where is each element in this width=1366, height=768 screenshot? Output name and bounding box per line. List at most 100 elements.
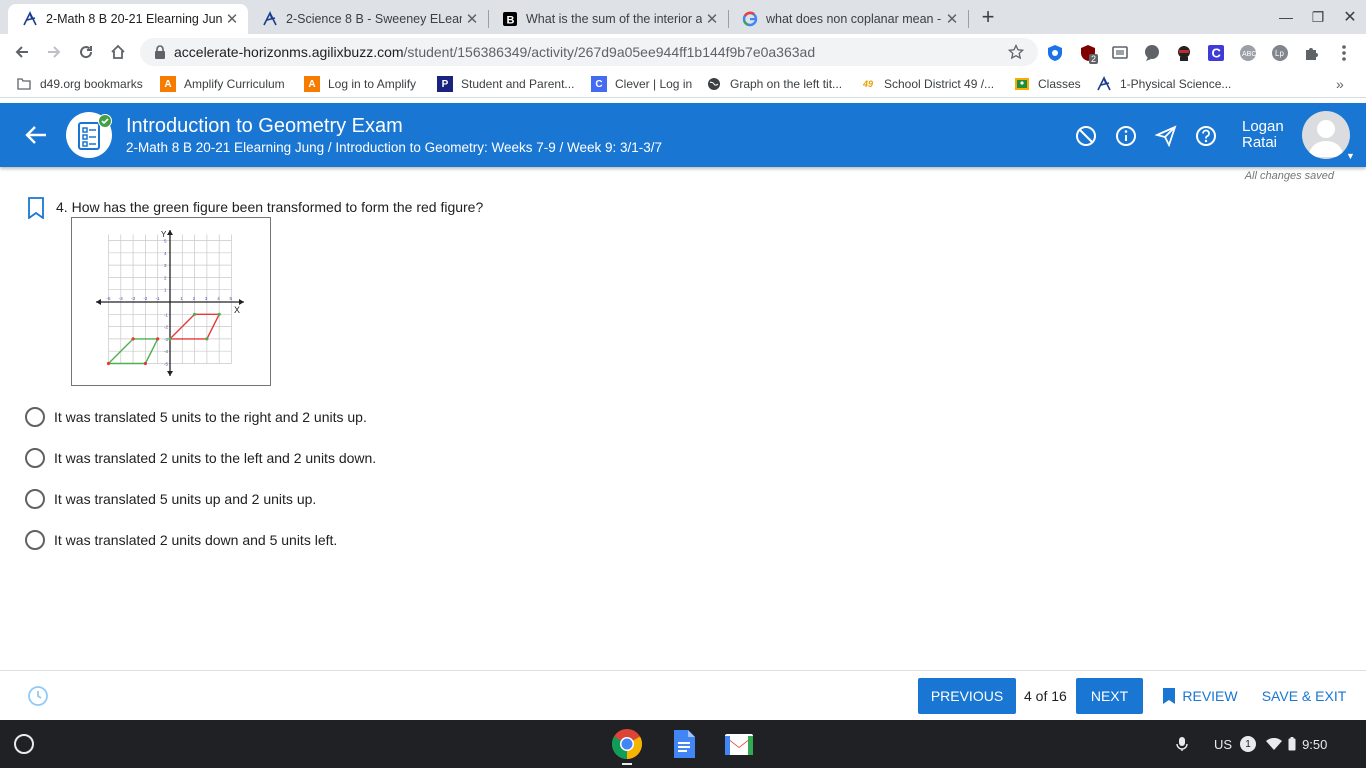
browser-tab-google[interactable]: what does non coplanar mean - ✕ [728, 4, 968, 34]
reload-button[interactable] [72, 38, 100, 66]
close-tab-icon[interactable]: ✕ [222, 9, 242, 29]
radio-button[interactable] [25, 530, 45, 550]
chat-extension-icon[interactable] [1143, 44, 1161, 62]
radio-button[interactable] [25, 489, 45, 509]
microphone-icon [1176, 737, 1188, 751]
bookmark-item[interactable]: Classes [1014, 76, 1081, 92]
chrome-icon[interactable] [611, 728, 643, 760]
user-menu-caret-icon[interactable]: ▼ [1346, 151, 1355, 161]
bookmark-label: Amplify Curriculum [184, 77, 285, 91]
browser-tab-brainly[interactable]: B What is the sum of the interior a ✕ [488, 4, 728, 34]
answer-option-4[interactable]: It was translated 2 units down and 5 uni… [25, 529, 337, 551]
star-icon[interactable] [1008, 44, 1024, 60]
gmail-icon[interactable] [723, 728, 755, 760]
bookmark-question-icon[interactable] [27, 197, 45, 219]
close-window-button[interactable]: ✕ [1334, 0, 1366, 34]
bookmark-item[interactable]: P Student and Parent... [437, 76, 574, 92]
lp-extension-icon[interactable]: Lp [1271, 44, 1289, 62]
x-tick-label: -5 [107, 296, 111, 301]
answer-option-3[interactable]: It was translated 5 units up and 2 units… [25, 488, 316, 510]
tab-title: 2-Math 8 B 20-21 Elearning Jung [46, 12, 222, 26]
close-tab-icon[interactable]: ✕ [942, 9, 962, 29]
close-tab-icon[interactable]: ✕ [462, 9, 482, 29]
browser-tab-math[interactable]: 2-Math 8 B 20-21 Elearning Jung ✕ [8, 4, 248, 34]
more-vert-icon[interactable] [1335, 44, 1353, 62]
radio-button[interactable] [25, 407, 45, 427]
x-tick-label: -2 [143, 296, 147, 301]
back-arrow-icon[interactable] [22, 123, 50, 147]
page-counter: 4 of 16 [1024, 688, 1067, 704]
red-figure-vertex [193, 312, 197, 316]
bookmark-label: 1-Physical Science... [1120, 77, 1232, 91]
next-button[interactable]: NEXT [1076, 678, 1143, 714]
folder-icon [16, 76, 32, 92]
avatar[interactable] [1302, 111, 1350, 159]
tab-title: What is the sum of the interior a [526, 12, 702, 26]
bookmark-item[interactable]: A Log in to Amplify [304, 76, 416, 92]
bookmark-item[interactable]: 49 School District 49 /... [860, 76, 994, 92]
home-button[interactable] [104, 38, 132, 66]
close-tab-icon[interactable]: ✕ [702, 9, 722, 29]
tab-title: 2-Science 8 B - Sweeney ELearnin [286, 12, 462, 26]
y-tick-label: 3 [164, 263, 167, 268]
wifi-icon [1266, 738, 1283, 750]
restore-button[interactable]: ❐ [1302, 0, 1334, 34]
exam-footer: PREVIOUS 4 of 16 NEXT REVIEW SAVE & EXIT [0, 670, 1366, 720]
district-icon: 49 [862, 79, 873, 89]
browser-toolbar: accelerate-horizonms.agilixbuzz.com/stud… [0, 34, 1366, 70]
amplify-icon: A [160, 76, 176, 92]
x-axis-label: X [234, 305, 240, 315]
radio-button[interactable] [25, 448, 45, 468]
bookmark-label: Graph on the left tit... [730, 77, 843, 91]
minimize-button[interactable]: — [1270, 0, 1302, 34]
ninja-extension-icon[interactable] [1175, 44, 1193, 62]
bookmark-item[interactable]: C Clever | Log in [591, 76, 692, 92]
previous-button[interactable]: PREVIOUS [918, 678, 1016, 714]
bookmark-item[interactable]: A Amplify Curriculum [160, 76, 285, 92]
c-extension-icon[interactable]: C [1207, 44, 1225, 62]
bookmarks-overflow-button[interactable]: » [1336, 76, 1344, 92]
answer-option-2[interactable]: It was translated 2 units to the left an… [25, 447, 376, 469]
keyboard-locale: US [1214, 736, 1233, 752]
docs-icon[interactable] [668, 728, 700, 760]
send-icon[interactable] [1155, 125, 1177, 147]
globe-icon [706, 76, 722, 92]
info-icon[interactable] [1115, 125, 1137, 147]
address-bar[interactable]: accelerate-horizonms.agilixbuzz.com/stud… [140, 38, 1038, 66]
puzzle-extension-icon[interactable] [1303, 44, 1321, 62]
exam-breadcrumb: 2-Math 8 B 20-21 Elearning Jung / Introd… [126, 140, 663, 155]
launcher-button[interactable] [14, 734, 34, 754]
clock-icon[interactable] [27, 685, 49, 707]
cast-extension-icon[interactable] [1111, 44, 1129, 62]
review-button[interactable]: REVIEW [1160, 678, 1240, 714]
bookmark-item[interactable]: Graph on the left tit... [706, 76, 842, 92]
x-tick-label: 5 [230, 296, 233, 301]
check-badge-icon [98, 114, 112, 128]
y-tick-label: -2 [164, 325, 168, 330]
y-tick-label: -5 [164, 362, 168, 367]
question-prompt: How has the green figure been transforme… [71, 199, 484, 215]
bookmark-folder[interactable]: d49.org bookmarks [16, 76, 143, 92]
y-tick-label: 1 [164, 288, 167, 293]
save-status: All changes saved [1244, 170, 1334, 182]
arrow-right-icon [48, 46, 61, 58]
block-icon[interactable] [1075, 125, 1097, 147]
bookmark-item[interactable]: 1-Physical Science... [1096, 76, 1231, 92]
red-figure-vertex [217, 312, 221, 316]
back-button[interactable] [8, 38, 36, 66]
system-tray[interactable]: US 1 9:50 [1176, 732, 1327, 756]
new-tab-button[interactable]: + [972, 0, 1004, 34]
google-icon [742, 11, 758, 27]
browser-tab-science[interactable]: 2-Science 8 B - Sweeney ELearnin ✕ [248, 4, 488, 34]
green-figure-vertex [106, 361, 111, 366]
shield-extension-icon[interactable] [1046, 44, 1064, 62]
user-name[interactable]: Logan Ratai [1242, 119, 1284, 151]
save-exit-button[interactable]: SAVE & EXIT [1258, 678, 1350, 714]
notification-count: 1 [1240, 736, 1257, 752]
abc-extension-icon[interactable]: ABC [1239, 44, 1257, 62]
ublock-extension-icon[interactable]: 2 [1079, 44, 1099, 64]
help-icon[interactable] [1195, 125, 1217, 147]
forward-button[interactable] [40, 38, 68, 66]
answer-option-1[interactable]: It was translated 5 units to the right a… [25, 406, 367, 428]
url-host: accelerate-horizonms.agilixbuzz.com [174, 44, 404, 60]
